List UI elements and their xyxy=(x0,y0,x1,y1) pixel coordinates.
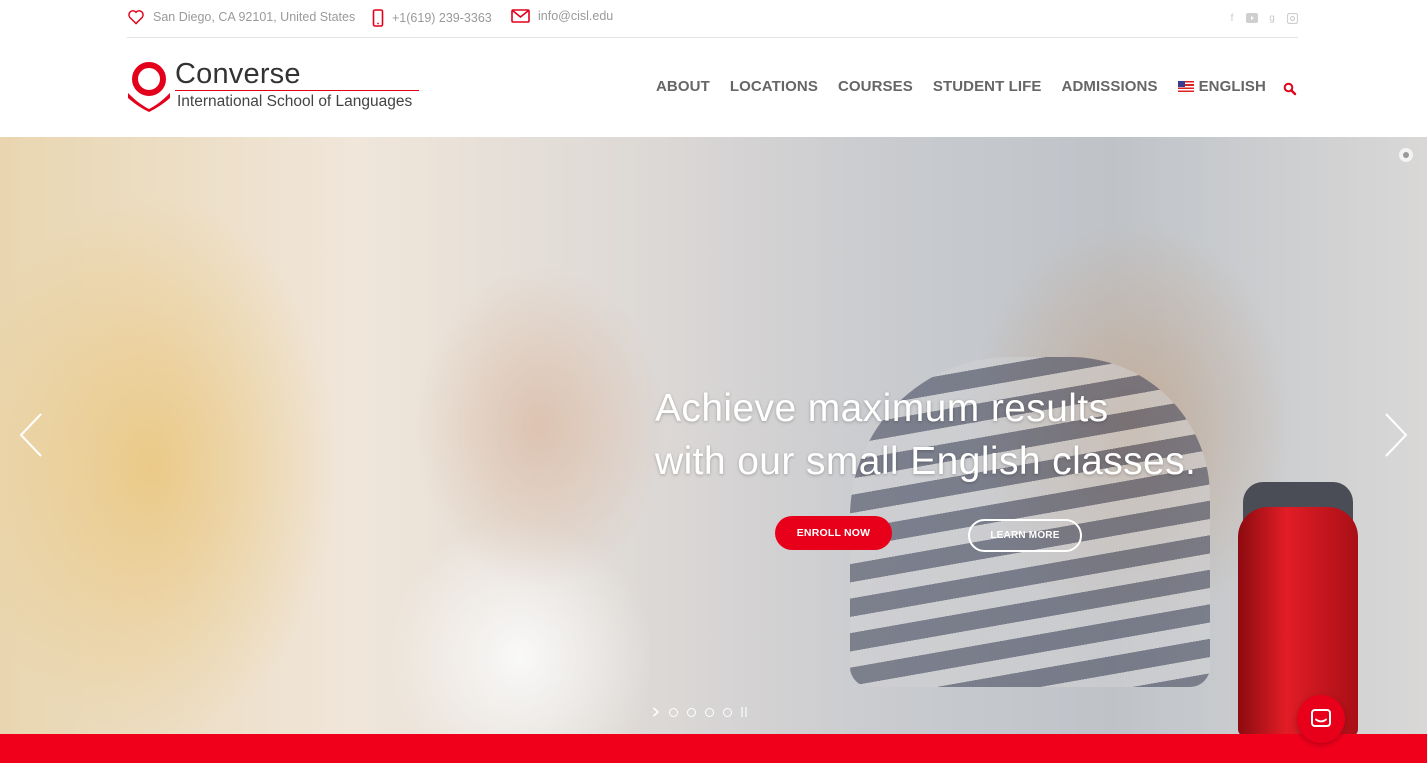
instagram-icon[interactable] xyxy=(1286,12,1298,24)
footer-red-band xyxy=(0,734,1427,763)
nav-language-selector[interactable]: ENGLISH xyxy=(1177,78,1266,95)
chat-launcher-button[interactable] xyxy=(1297,695,1345,743)
slider-status-badge xyxy=(1399,148,1413,162)
nav-courses[interactable]: COURSES xyxy=(838,78,913,95)
address-text: San Diego, CA 92101, United States xyxy=(153,10,356,24)
site-header: Converse International School of Languag… xyxy=(0,38,1427,136)
heart-icon xyxy=(128,10,144,25)
nav-about[interactable]: ABOUT xyxy=(656,78,710,95)
nav-student-life[interactable]: STUDENT LIFE xyxy=(933,78,1042,95)
nav-locations[interactable]: LOCATIONS xyxy=(730,78,818,95)
logo-mark-icon xyxy=(128,62,170,112)
top-contact-bar: San Diego, CA 92101, United States +1(61… xyxy=(127,0,1298,38)
chat-icon xyxy=(1311,709,1331,727)
google-plus-icon[interactable]: g xyxy=(1266,12,1278,24)
hero-headline: Achieve maximum results with our small E… xyxy=(655,382,1196,488)
facebook-icon[interactable]: f xyxy=(1226,12,1238,24)
slider-next-button[interactable] xyxy=(1380,412,1410,458)
search-button[interactable] xyxy=(1283,82,1297,96)
slider-dot-4[interactable] xyxy=(723,707,732,717)
language-label: ENGLISH xyxy=(1198,78,1266,95)
email-text[interactable]: info@cisl.edu xyxy=(538,9,613,23)
phone-item[interactable]: +1(619) 239-3363 xyxy=(372,9,492,27)
logo-subtitle: International School of Languages xyxy=(177,93,413,110)
slider-prev-button[interactable] xyxy=(17,412,47,458)
main-nav: ABOUT LOCATIONS COURSES STUDENT LIFE ADM… xyxy=(656,78,1286,95)
slider-pagination xyxy=(652,707,749,717)
phone-text[interactable]: +1(619) 239-3363 xyxy=(392,11,492,25)
play-icon[interactable] xyxy=(652,707,660,717)
search-icon xyxy=(1283,82,1297,96)
us-flag-icon xyxy=(1177,81,1194,92)
chevron-left-icon xyxy=(19,413,42,457)
logo-wordmark: Converse xyxy=(175,58,301,90)
enroll-now-button[interactable]: ENROLL NOW xyxy=(775,516,892,550)
hero-photo-bottle xyxy=(1238,507,1358,734)
mobile-phone-icon xyxy=(372,9,384,27)
logo-divider xyxy=(175,90,419,91)
hero-headline-line-2: with our small English classes. xyxy=(655,440,1197,483)
hero-slider: Achieve maximum results with our small E… xyxy=(0,137,1427,734)
slider-dot-1[interactable] xyxy=(669,707,678,717)
slider-dot-2[interactable] xyxy=(687,707,696,717)
envelope-icon xyxy=(511,9,530,23)
address-item: San Diego, CA 92101, United States xyxy=(127,9,355,25)
nav-admissions[interactable]: ADMISSIONS xyxy=(1062,78,1158,95)
logo[interactable]: Converse International School of Languag… xyxy=(127,58,427,116)
pause-icon[interactable] xyxy=(741,707,749,717)
email-item[interactable]: info@cisl.edu xyxy=(511,9,613,23)
hero-headline-line-1: Achieve maximum results xyxy=(655,387,1109,430)
chevron-right-icon xyxy=(1385,413,1408,457)
youtube-icon[interactable] xyxy=(1246,12,1258,24)
slider-dot-3[interactable] xyxy=(705,707,714,717)
social-links: f g xyxy=(1226,12,1298,24)
learn-more-button[interactable]: LEARN MORE xyxy=(968,519,1082,552)
